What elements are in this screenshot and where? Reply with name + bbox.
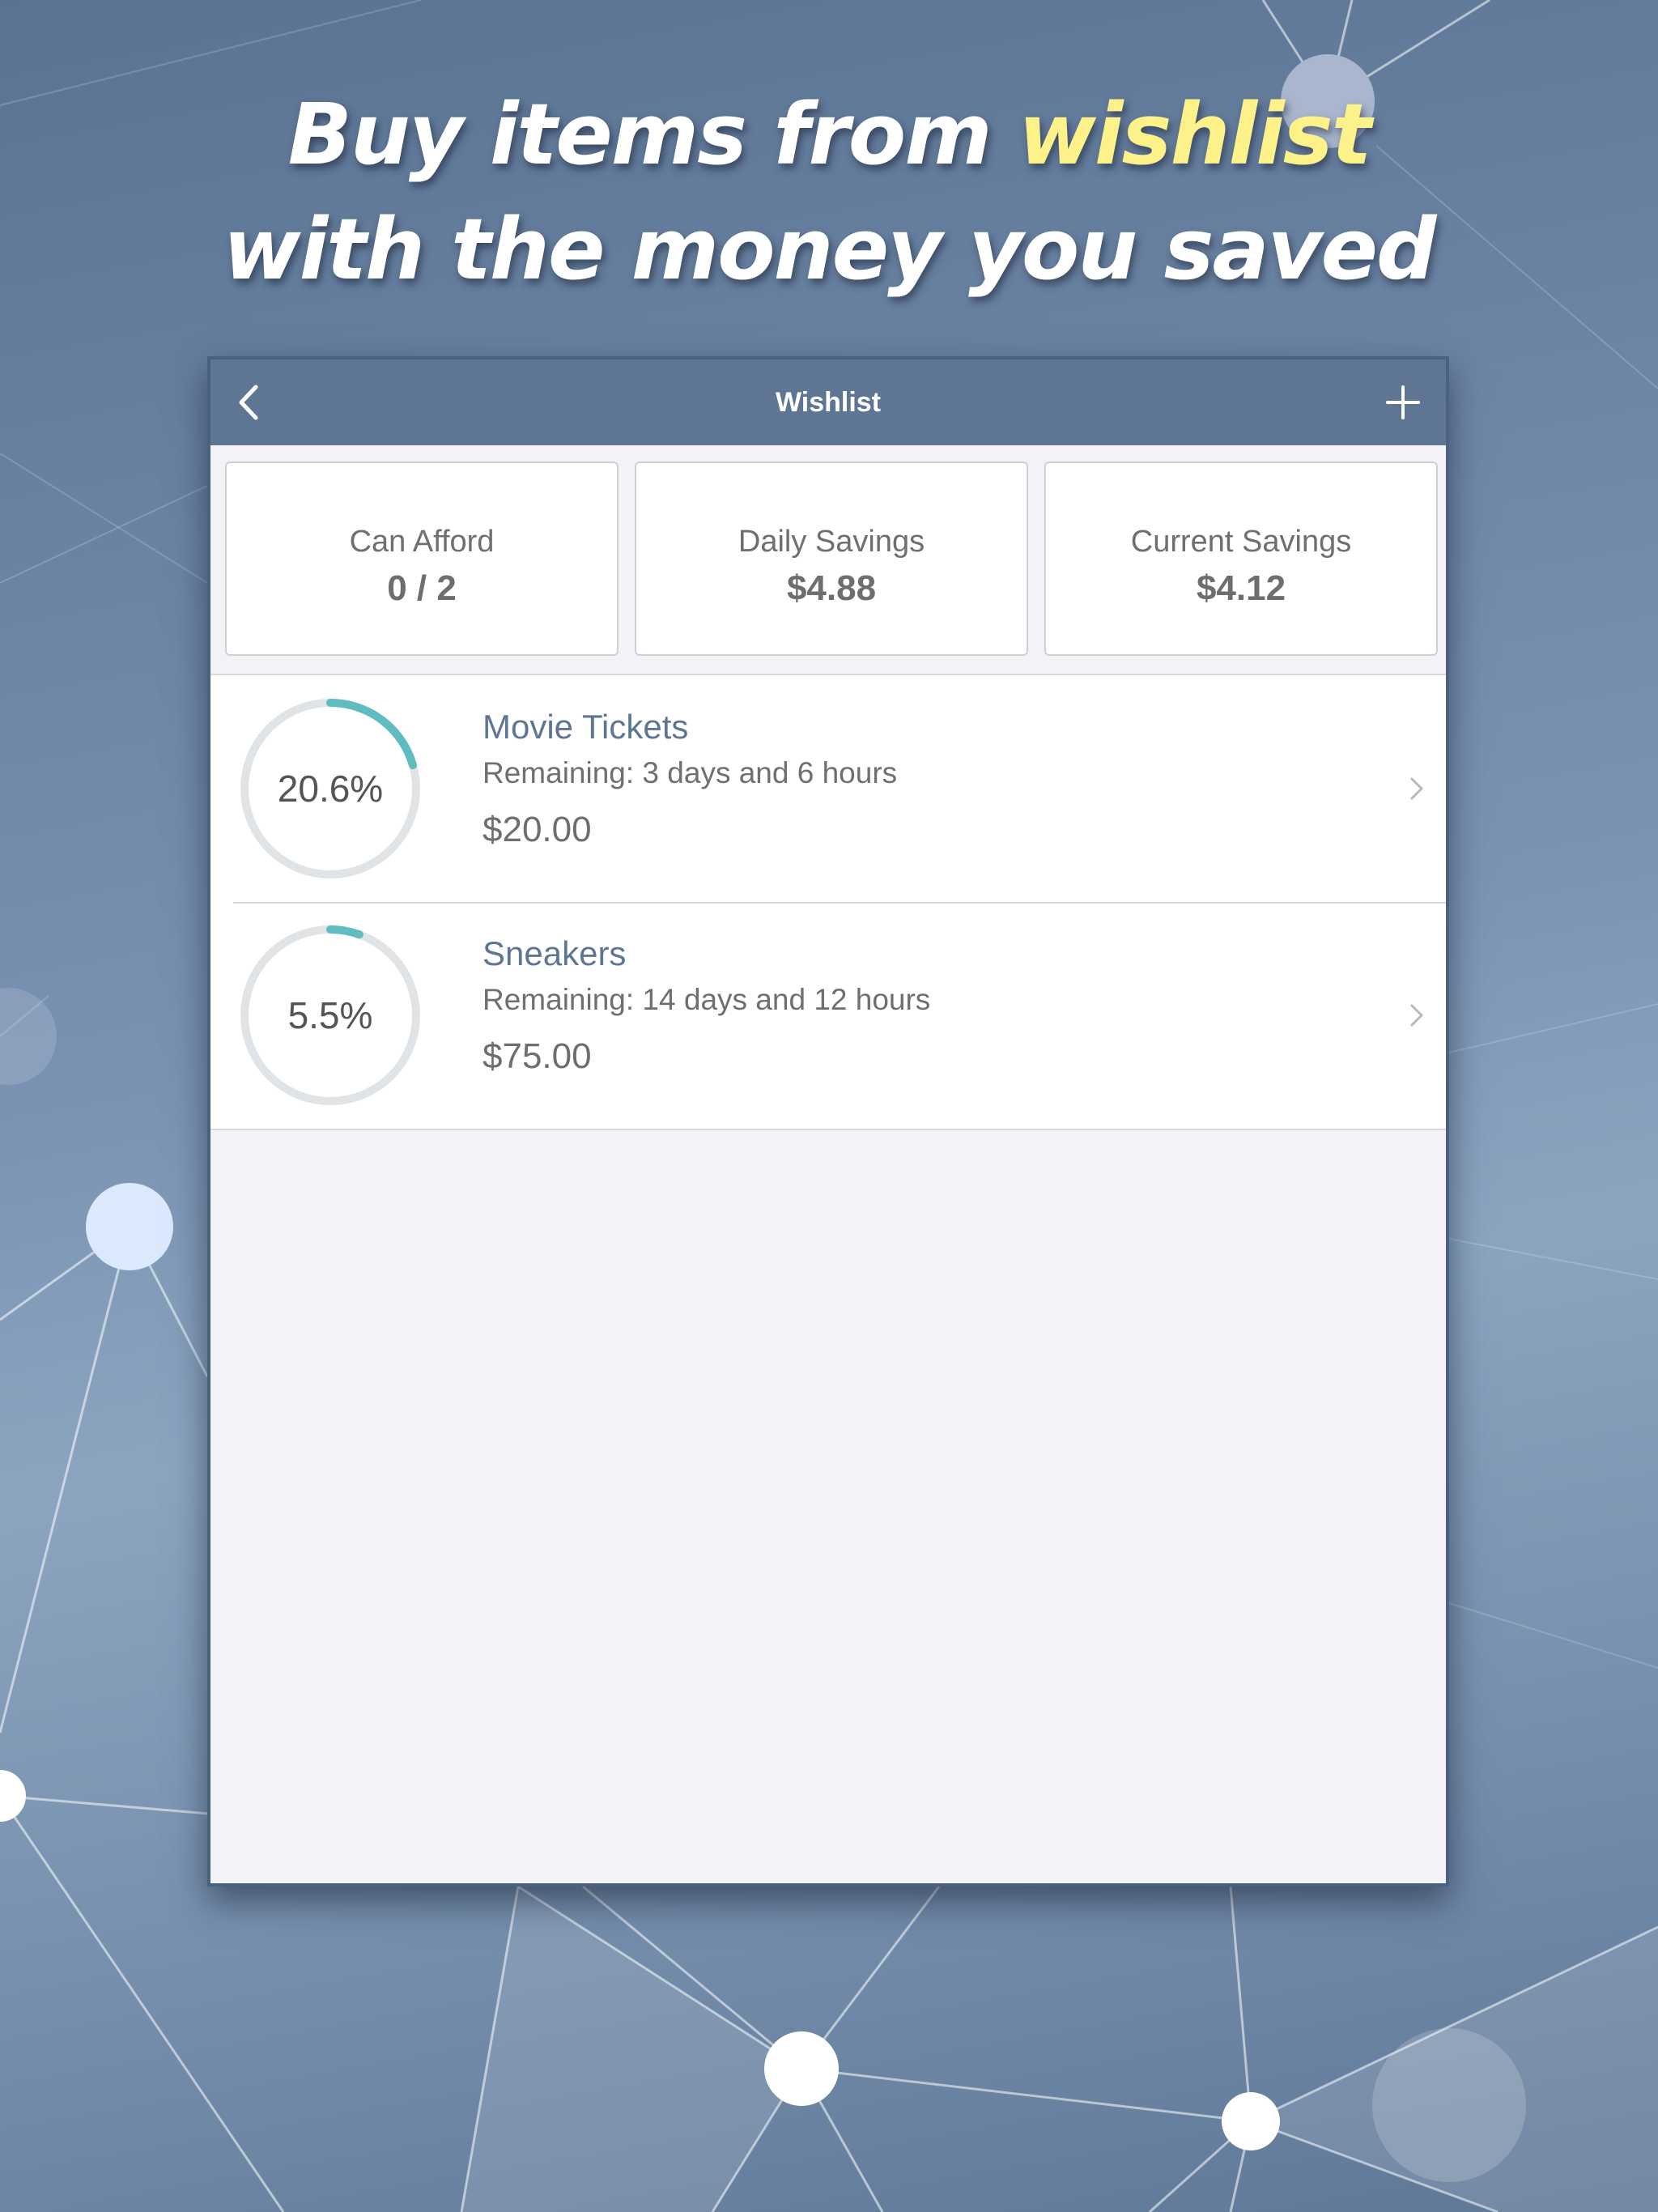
marketing-headline: Buy items from wishlist with the money y… [0, 77, 1658, 307]
stat-label: Daily Savings [738, 525, 925, 559]
headline-accent-word: wishlist [1018, 85, 1372, 184]
stat-value: 0 / 2 [387, 568, 457, 608]
item-name: Movie Tickets [483, 708, 689, 746]
chevron-right-icon [1410, 777, 1423, 800]
headline-prefix: Buy items from [287, 85, 1018, 184]
stat-label: Current Savings [1130, 525, 1352, 559]
stat-label: Can Afford [349, 525, 495, 559]
headline-line-1: Buy items from wishlist [0, 77, 1658, 192]
stat-can-afford: Can Afford 0 / 2 [225, 462, 619, 656]
progress-percent: 20.6% [277, 768, 384, 810]
progress-percent: 5.5% [287, 994, 373, 1036]
page-title: Wishlist [775, 387, 882, 418]
item-remaining: Remaining: 3 days and 6 hours [483, 756, 898, 789]
wishlist-item-sneakers[interactable]: 5.5% Sneakers Remaining: 14 days and 12 … [210, 902, 1446, 1129]
nav-bar: Wishlist [210, 359, 1446, 445]
wishlist-item-movie-tickets[interactable]: 20.6% Movie Tickets Remaining: 3 days an… [210, 675, 1446, 902]
plus-icon[interactable] [1380, 379, 1426, 426]
chevron-left-icon[interactable] [227, 379, 274, 426]
stat-current-savings: Current Savings $4.12 [1044, 462, 1438, 656]
summary-stats: Can Afford 0 / 2 Daily Savings $4.88 Cur… [210, 445, 1446, 674]
stat-value: $4.88 [786, 568, 877, 608]
headline-line-2: with the money you saved [223, 200, 1437, 299]
item-remaining: Remaining: 14 days and 12 hours [483, 983, 931, 1016]
chevron-right-icon [1410, 1004, 1423, 1027]
stat-daily-savings: Daily Savings $4.88 [635, 462, 1028, 656]
wishlist-items: 20.6% Movie Tickets Remaining: 3 days an… [210, 674, 1446, 1130]
item-price: $75.00 [483, 1036, 592, 1076]
stat-value: $4.12 [1196, 568, 1286, 608]
item-name: Sneakers [483, 934, 627, 972]
device-screen: Wishlist Can Afford 0 / 2 Daily Savings … [207, 356, 1449, 1887]
item-price: $20.00 [483, 810, 592, 849]
